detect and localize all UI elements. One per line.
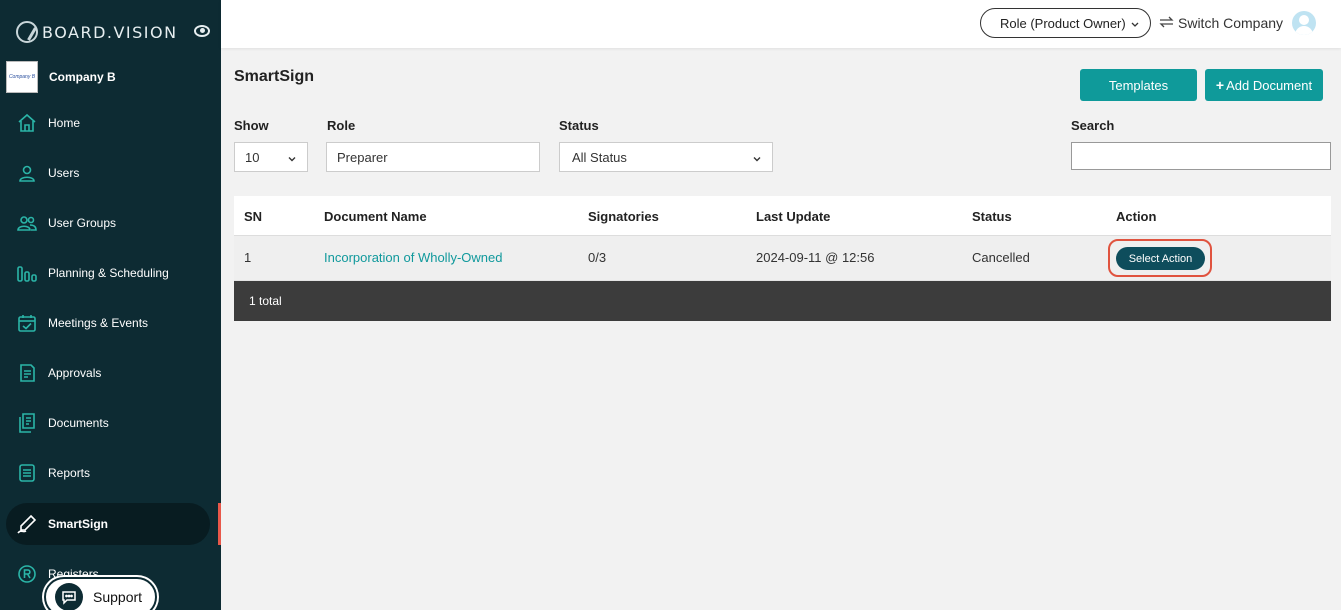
home-icon bbox=[17, 113, 37, 133]
pen-sign-icon bbox=[17, 514, 37, 534]
table-footer: 1 total bbox=[234, 281, 1331, 321]
sidebar-item-user-groups[interactable]: User Groups bbox=[0, 202, 221, 244]
company-selector[interactable]: Company B Company B bbox=[6, 61, 116, 93]
brand-logo[interactable]: BOARD.VISION bbox=[16, 20, 178, 44]
sidebar: BOARD.VISION Company B Company B Home Us… bbox=[0, 0, 221, 610]
sidebar-item-label: Documents bbox=[48, 416, 109, 430]
column-header-action: Action bbox=[1116, 209, 1157, 224]
show-entries-value: 10 bbox=[245, 149, 260, 165]
chevron-down-icon bbox=[1130, 17, 1140, 32]
highlight-outline: Select Action bbox=[1108, 239, 1212, 277]
sidebar-item-smartsign[interactable]: SmartSign bbox=[6, 503, 210, 545]
role-dropdown[interactable]: Role (Product Owner) bbox=[980, 8, 1151, 38]
page-title: SmartSign bbox=[234, 68, 315, 85]
column-header-signatories[interactable]: Signatories bbox=[588, 209, 659, 224]
status-label: Status bbox=[559, 118, 599, 133]
chevron-down-icon bbox=[287, 152, 297, 167]
column-header-last-update[interactable]: Last Update bbox=[756, 209, 830, 224]
cell-signatories: 0/3 bbox=[588, 250, 607, 265]
add-document-button[interactable]: + Add Document bbox=[1205, 69, 1323, 101]
top-bar: Role (Product Owner) Switch Company bbox=[221, 0, 1341, 48]
support-label: Support bbox=[93, 589, 143, 605]
registered-icon bbox=[17, 564, 37, 584]
cell-status: Cancelled bbox=[972, 250, 1030, 265]
column-header-status[interactable]: Status bbox=[972, 209, 1012, 224]
sidebar-item-label: SmartSign bbox=[48, 517, 109, 531]
table-header: SN Document Name Signatories Last Update… bbox=[234, 196, 1331, 236]
column-header-sn: SN bbox=[244, 209, 263, 224]
plus-icon: + bbox=[1215, 77, 1225, 93]
role-field[interactable]: Preparer bbox=[326, 142, 540, 172]
add-document-label: Add Document bbox=[1226, 77, 1313, 93]
sidebar-item-reports[interactable]: Reports bbox=[0, 452, 221, 494]
show-label: Show bbox=[234, 118, 269, 133]
cell-sn: 1 bbox=[244, 250, 252, 265]
sidebar-item-planning-scheduling[interactable]: Planning & Scheduling bbox=[0, 252, 221, 294]
role-label: Role bbox=[327, 118, 356, 133]
documents-icon bbox=[17, 413, 37, 433]
active-item-marker bbox=[218, 503, 221, 545]
sidebar-item-label: Users bbox=[48, 166, 80, 180]
support-button[interactable]: Support bbox=[44, 577, 157, 610]
chevron-down-icon bbox=[752, 152, 762, 167]
switch-company-label: Switch Company bbox=[1178, 15, 1284, 31]
cell-last-update: 2024-09-11 @ 12:56 bbox=[756, 250, 875, 265]
sidebar-item-approvals[interactable]: Approvals bbox=[0, 352, 221, 394]
brand-name: BOARD.VISION bbox=[42, 22, 178, 42]
sidebar-item-label: Planning & Scheduling bbox=[48, 266, 169, 280]
user-group-icon bbox=[17, 213, 37, 233]
document-name-link[interactable]: Incorporation of Wholly-Owned bbox=[324, 250, 502, 265]
status-select-value: All Status bbox=[572, 149, 627, 165]
sidebar-item-label: Meetings & Events bbox=[48, 316, 149, 330]
bar-chart-icon bbox=[17, 263, 37, 283]
table-row: 1 Incorporation of Wholly-Owned 0/3 2024… bbox=[234, 236, 1331, 281]
company-logo: Company B bbox=[6, 61, 38, 93]
company-name: Company B bbox=[49, 70, 116, 84]
role-field-value: Preparer bbox=[337, 149, 388, 165]
report-icon bbox=[17, 463, 37, 483]
total-count: 1 total bbox=[249, 294, 282, 308]
user-icon bbox=[17, 163, 37, 183]
chat-bubble-icon bbox=[55, 583, 83, 610]
switch-company-button[interactable]: Switch Company bbox=[1159, 10, 1283, 36]
column-header-document-name[interactable]: Document Name bbox=[324, 209, 427, 224]
documents-table: SN Document Name Signatories Last Update… bbox=[234, 196, 1331, 321]
search-label: Search bbox=[1071, 118, 1115, 133]
sidebar-item-label: Home bbox=[48, 116, 81, 130]
sidebar-item-label: User Groups bbox=[48, 216, 117, 230]
status-select[interactable]: All Status bbox=[559, 142, 773, 172]
sidebar-item-meetings-events[interactable]: Meetings & Events bbox=[0, 302, 221, 344]
show-entries-select[interactable]: 10 bbox=[234, 142, 308, 172]
sidebar-toggle-icon[interactable] bbox=[194, 25, 210, 37]
sidebar-item-label: Reports bbox=[48, 466, 91, 480]
calendar-check-icon bbox=[17, 313, 37, 333]
templates-button[interactable]: Templates bbox=[1080, 69, 1197, 101]
board-vision-logo-icon bbox=[16, 21, 38, 43]
sidebar-item-home[interactable]: Home bbox=[0, 102, 221, 144]
sidebar-item-label: Approvals bbox=[48, 366, 102, 380]
select-action-button[interactable]: Select Action bbox=[1116, 247, 1205, 270]
search-input[interactable] bbox=[1071, 142, 1331, 170]
document-check-icon bbox=[17, 363, 37, 383]
user-avatar[interactable] bbox=[1292, 11, 1316, 35]
role-dropdown-value: Role (Product Owner) bbox=[1000, 15, 1126, 31]
sidebar-item-users[interactable]: Users bbox=[0, 152, 221, 194]
swap-arrows-icon bbox=[1159, 15, 1174, 32]
sidebar-item-documents[interactable]: Documents bbox=[0, 402, 221, 444]
